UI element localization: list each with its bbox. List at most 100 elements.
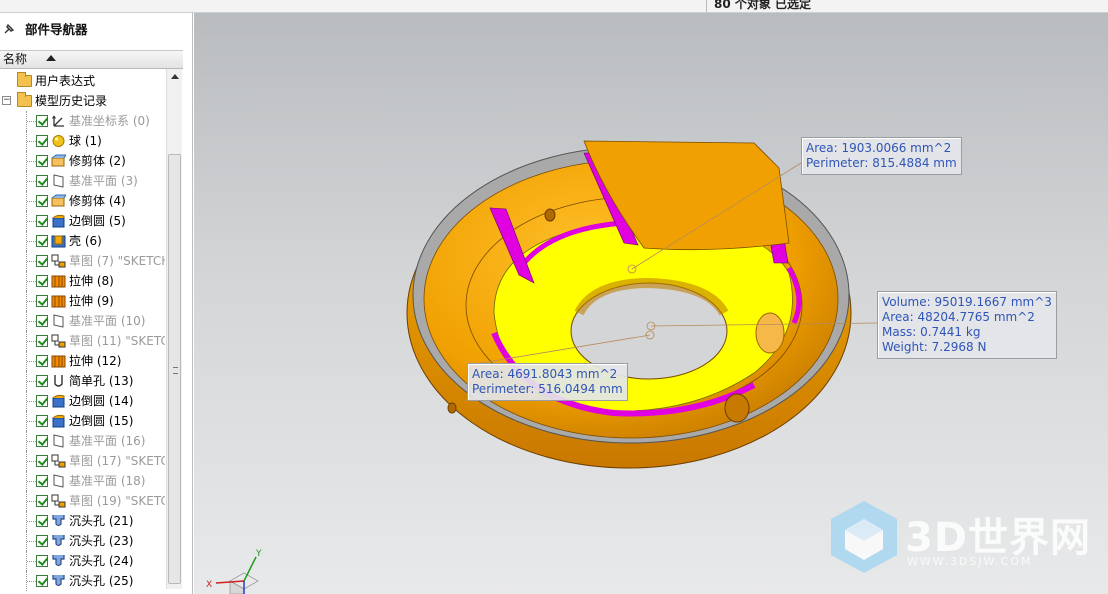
visibility-checkbox[interactable] [36,455,48,467]
tree-item-label: 拉伸 (12) [69,354,122,368]
visibility-checkbox[interactable] [36,195,48,207]
tree-guide [27,301,36,302]
visibility-checkbox[interactable] [36,135,48,147]
callout-mass: Mass: 0.7441 kg [882,325,981,339]
tree-item[interactable]: 沉头孔 (23) [0,531,165,551]
tree-guide [27,321,36,322]
visibility-checkbox[interactable] [36,335,48,347]
tree-item[interactable]: 边倒圆 (15) [0,411,165,431]
tree-item-label: 壳 (6) [69,234,102,248]
face-measure-callout-left[interactable]: Area: 4691.8043 mm^2 Perimeter: 516.0494… [467,363,628,401]
visibility-checkbox[interactable] [36,535,48,547]
visibility-checkbox[interactable] [36,515,48,527]
visibility-checkbox[interactable] [36,115,48,127]
tree-guide [27,141,36,142]
visibility-checkbox[interactable] [36,475,48,487]
tree-item[interactable]: 草图 (11) "SKETC [0,331,165,351]
visibility-checkbox[interactable] [36,175,48,187]
tree-item-label: 拉伸 (9) [69,294,114,308]
folder-open-icon [17,92,32,107]
tree-guide [27,181,36,182]
visibility-checkbox[interactable] [36,295,48,307]
scrollbar-grip-icon [173,367,178,374]
callout-area: Area: 1903.0066 mm^2 [806,141,952,155]
body-measure-callout[interactable]: Volume: 95019.1667 mm^3 Area: 48204.7765… [877,291,1057,359]
tree-scrollbar[interactable] [166,69,182,589]
visibility-checkbox[interactable] [36,235,48,247]
tree-item[interactable]: 草图 (17) "SKETC [0,451,165,471]
sketch-icon [51,254,66,268]
tree-item-label: 基准坐标系 (0) [69,114,150,128]
tree-guide [27,441,36,442]
tree-item[interactable]: 拉伸 (8) [0,271,165,291]
tree-item[interactable]: 基准平面 (10) [0,311,165,331]
selection-status: 80 个对象 已选定 [714,0,812,11]
tree-item[interactable]: 壳 (6) [0,231,165,251]
tree-item[interactable]: 基准平面 (3) [0,171,165,191]
tree-item[interactable]: 草图 (19) "SKETC [0,491,165,511]
tree-guide [27,421,36,422]
callout-area: Area: 4691.8043 mm^2 [472,367,618,381]
extrude-icon [51,354,66,368]
visibility-checkbox[interactable] [36,155,48,167]
sphere-icon [51,134,66,148]
visibility-checkbox[interactable] [36,415,48,427]
visibility-checkbox[interactable] [36,215,48,227]
datum-plane-icon [51,174,66,188]
tree-item[interactable]: 沉头孔 (24) [0,551,165,571]
datum-csys-icon [51,114,66,128]
tree-item[interactable]: 拉伸 (9) [0,291,165,311]
tree-guide [27,261,36,262]
visibility-checkbox[interactable] [36,375,48,387]
feature-tree: 用户表达式 − 模型历史记录基准坐标系 (0) 球 (1) 修剪体 (2) 基准平面 (3… [0,71,165,591]
visibility-checkbox[interactable] [36,575,48,587]
tree-item[interactable]: 修剪体 (4) [0,191,165,211]
tree-guide [27,201,36,202]
tree-item[interactable]: 修剪体 (2) [0,151,165,171]
tree-item[interactable]: 用户表达式 [0,71,165,91]
visibility-checkbox[interactable] [36,555,48,567]
tree-item-label: 球 (1) [69,134,102,148]
counterbore-hole-icon [51,534,66,548]
collapse-icon[interactable]: − [2,96,11,105]
scroll-up-icon[interactable] [171,74,179,79]
tree-item-label: 沉头孔 (21) [69,514,134,528]
tree-item[interactable]: 沉头孔 (21) [0,511,165,531]
scrollbar-thumb[interactable] [168,154,181,584]
tree-item[interactable]: 基准平面 (16) [0,431,165,451]
panel-title: 部件导航器 [25,22,88,37]
tree-guide [27,281,36,282]
tree-item[interactable]: 边倒圆 (14) [0,391,165,411]
housing-body[interactable] [406,140,852,469]
tree-item-label: 草图 (7) "SKETCH [69,254,165,268]
visibility-checkbox[interactable] [36,495,48,507]
edge-blend-icon [51,394,66,408]
tree-item[interactable]: 基准坐标系 (0) [0,111,165,131]
sort-ascending-icon [46,55,56,61]
visibility-checkbox[interactable] [36,435,48,447]
counterbore-hole-icon [51,514,66,528]
tree-guide [27,521,36,522]
tree-item[interactable]: 拉伸 (12) [0,351,165,371]
visibility-checkbox[interactable] [36,315,48,327]
tree-item[interactable]: 基准平面 (18) [0,471,165,491]
visibility-checkbox[interactable] [36,275,48,287]
trim-body-icon [51,194,67,208]
tree-guide [27,401,36,402]
tree-item[interactable]: 简单孔 (13) [0,371,165,391]
axis-triad[interactable]: Y X [206,549,262,594]
visibility-checkbox[interactable] [36,395,48,407]
visibility-checkbox[interactable] [36,355,48,367]
edge-blend-icon [51,414,66,428]
extrude-icon [51,274,66,288]
name-column-header[interactable]: 名称 [0,50,183,69]
tree-guide [27,581,36,582]
face-measure-callout-top[interactable]: Area: 1903.0066 mm^2 Perimeter: 815.4884… [801,137,962,175]
tree-item[interactable]: 草图 (7) "SKETCH [0,251,165,271]
visibility-checkbox[interactable] [36,255,48,267]
tree-item[interactable]: 球 (1) [0,131,165,151]
datum-plane-icon [51,314,66,328]
tree-item[interactable]: 边倒圆 (5) [0,211,165,231]
tree-item[interactable]: − 模型历史记录 [0,91,165,111]
tree-item[interactable]: 沉头孔 (25) [0,571,165,591]
